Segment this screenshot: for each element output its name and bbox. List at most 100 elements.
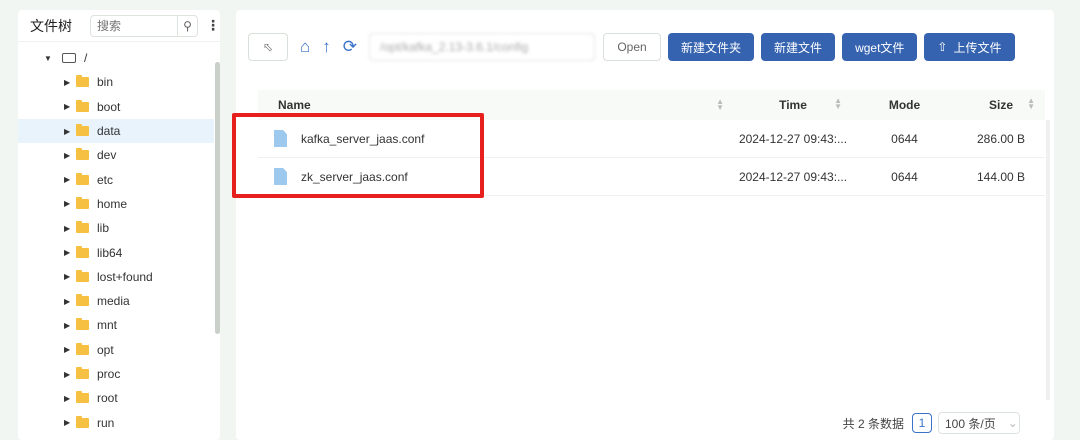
wget-button[interactable]: wget文件 bbox=[842, 33, 918, 61]
page-1-button[interactable]: 1 bbox=[912, 413, 932, 433]
file-size: 286.00 B bbox=[976, 131, 1026, 146]
folder-icon bbox=[76, 75, 89, 88]
tree-node-root[interactable]: ▶ root bbox=[18, 386, 214, 410]
file-mode: 0644 bbox=[891, 169, 918, 184]
tree-node-label: lib bbox=[97, 221, 110, 236]
tree-node-dev[interactable]: ▶ dev bbox=[18, 143, 214, 167]
file-time: 2024-12-27 09:43:... bbox=[738, 169, 848, 184]
upload-label: 上传文件 bbox=[953, 40, 1002, 55]
pagination: 共 2 条数据 1 100 条/页 ⌄ bbox=[843, 412, 1020, 434]
tree-node-label: home bbox=[97, 196, 128, 211]
folder-icon bbox=[76, 294, 89, 307]
folder-icon bbox=[76, 318, 89, 331]
search-icon[interactable]: ⚲ bbox=[177, 15, 197, 36]
tree-node-home[interactable]: ▶ home bbox=[18, 192, 214, 216]
caret-down-icon[interactable]: ▼ bbox=[44, 54, 56, 63]
caret-right-icon[interactable]: ▶ bbox=[64, 272, 76, 281]
tree-search[interactable]: ⚲ bbox=[90, 14, 198, 37]
tree-search-input[interactable] bbox=[91, 18, 177, 33]
tree-node-label: run bbox=[97, 415, 115, 430]
caret-right-icon[interactable]: ▶ bbox=[64, 78, 76, 87]
new-file-button[interactable]: 新建文件 bbox=[761, 33, 836, 61]
tree-node-label: data bbox=[97, 124, 121, 139]
tree-node-label: opt bbox=[97, 342, 114, 357]
folder-icon bbox=[76, 342, 89, 355]
upload-button[interactable]: ⇧ 上传文件 bbox=[924, 33, 1015, 61]
caret-right-icon[interactable]: ▶ bbox=[64, 297, 76, 306]
col-mode: Mode bbox=[888, 98, 921, 112]
tree-node-label: bin bbox=[97, 75, 114, 90]
tree-node-bin[interactable]: ▶ bin bbox=[18, 70, 214, 94]
folder-icon bbox=[76, 269, 89, 282]
tree-node-label: / bbox=[84, 51, 88, 66]
select-icon: ⬁ bbox=[262, 40, 274, 54]
file-tree-panel: 文件树 ⚲ ⋮ ▼ / ▶bin▶boot▶data▶dev▶etc▶home▶… bbox=[18, 10, 220, 440]
refresh-icon[interactable]: ⟳ bbox=[343, 37, 357, 57]
folder-icon bbox=[76, 415, 89, 428]
table-scrollbar[interactable] bbox=[1046, 120, 1050, 400]
tree-node-mnt[interactable]: ▶ mnt bbox=[18, 313, 214, 337]
more-menu-icon[interactable]: ⋮ bbox=[206, 17, 220, 34]
folder-icon bbox=[76, 221, 89, 234]
tree-node-run[interactable]: ▶ run bbox=[18, 410, 214, 434]
caret-right-icon[interactable]: ▶ bbox=[64, 175, 76, 184]
file-browser: ⬁ ⌂ ↑ ⟳ /opt/kafka_2.13-3.6.1/config Ope… bbox=[236, 10, 1054, 440]
caret-right-icon[interactable]: ▶ bbox=[64, 418, 76, 427]
tree-node-label: root bbox=[97, 391, 118, 406]
tree-node-lib64[interactable]: ▶ lib64 bbox=[18, 240, 214, 264]
caret-right-icon[interactable]: ▶ bbox=[64, 370, 76, 379]
caret-right-icon[interactable]: ▶ bbox=[64, 248, 76, 257]
tree-node-proc[interactable]: ▶ proc bbox=[18, 362, 214, 386]
tree-node-label: lib64 bbox=[97, 245, 123, 260]
tree-node-root[interactable]: ▼ / bbox=[18, 46, 214, 70]
tree-node-label: boot bbox=[97, 99, 121, 114]
folder-icon bbox=[76, 367, 89, 379]
drive-icon bbox=[62, 53, 76, 64]
new-folder-button[interactable]: 新建文件夹 bbox=[668, 33, 755, 61]
tree-node-data[interactable]: ▶ data bbox=[18, 118, 214, 144]
folder-icon bbox=[76, 124, 89, 137]
col-time[interactable]: Time ▲ ▼ bbox=[734, 96, 852, 113]
folder-icon bbox=[76, 196, 89, 209]
tree-node-etc[interactable]: ▶ etc bbox=[18, 167, 214, 191]
folder-icon bbox=[76, 172, 89, 185]
tree-node-label: lost+found bbox=[97, 269, 153, 284]
select-button[interactable]: ⬁ bbox=[248, 33, 288, 61]
sort-icon: ▲ ▼ bbox=[716, 97, 724, 112]
tree-node-boot[interactable]: ▶ boot bbox=[18, 95, 214, 119]
tree-scrollbar[interactable] bbox=[215, 62, 220, 334]
caret-right-icon[interactable]: ▶ bbox=[64, 127, 76, 136]
caret-right-icon[interactable]: ▶ bbox=[64, 321, 76, 330]
file-tree-title: 文件树 bbox=[30, 17, 72, 34]
folder-icon bbox=[76, 245, 89, 258]
tree-node-label: media bbox=[97, 294, 130, 309]
tree-node-label: etc bbox=[97, 172, 114, 187]
col-name[interactable]: Name ▲ ▼ bbox=[278, 97, 734, 113]
path-input[interactable]: /opt/kafka_2.13-3.6.1/config bbox=[369, 33, 596, 61]
caret-right-icon[interactable]: ▶ bbox=[64, 199, 76, 208]
sort-icon: ▲ ▼ bbox=[1027, 96, 1035, 111]
folder-icon bbox=[76, 148, 89, 161]
caret-right-icon[interactable]: ▶ bbox=[64, 394, 76, 403]
caret-right-icon[interactable]: ▶ bbox=[64, 224, 76, 233]
folder-icon bbox=[76, 99, 89, 112]
sort-icon: ▲ ▼ bbox=[834, 96, 842, 111]
tree-node-label: mnt bbox=[97, 318, 118, 333]
col-size[interactable]: Size ▲ ▼ bbox=[957, 96, 1045, 113]
caret-right-icon[interactable]: ▶ bbox=[64, 345, 76, 354]
home-icon[interactable]: ⌂ bbox=[300, 37, 310, 57]
page-size-select[interactable]: 100 条/页 ⌄ bbox=[938, 412, 1020, 434]
file-time: 2024-12-27 09:43:... bbox=[738, 131, 848, 146]
tree-node-opt[interactable]: ▶ opt bbox=[18, 338, 214, 362]
upload-cloud-icon: ⇧ bbox=[937, 40, 948, 54]
tree-node-media[interactable]: ▶ media bbox=[18, 289, 214, 313]
caret-right-icon[interactable]: ▶ bbox=[64, 102, 76, 111]
up-arrow-icon[interactable]: ↑ bbox=[322, 37, 331, 57]
tree-node-lostfound[interactable]: ▶ lost+found bbox=[18, 265, 214, 289]
caret-right-icon[interactable]: ▶ bbox=[64, 151, 76, 160]
total-count: 共 2 条数据 bbox=[842, 416, 904, 431]
folder-icon bbox=[76, 391, 89, 404]
open-button[interactable]: Open bbox=[603, 33, 662, 61]
tree-node-lib[interactable]: ▶ lib bbox=[18, 216, 214, 240]
file-mode: 0644 bbox=[891, 131, 918, 146]
